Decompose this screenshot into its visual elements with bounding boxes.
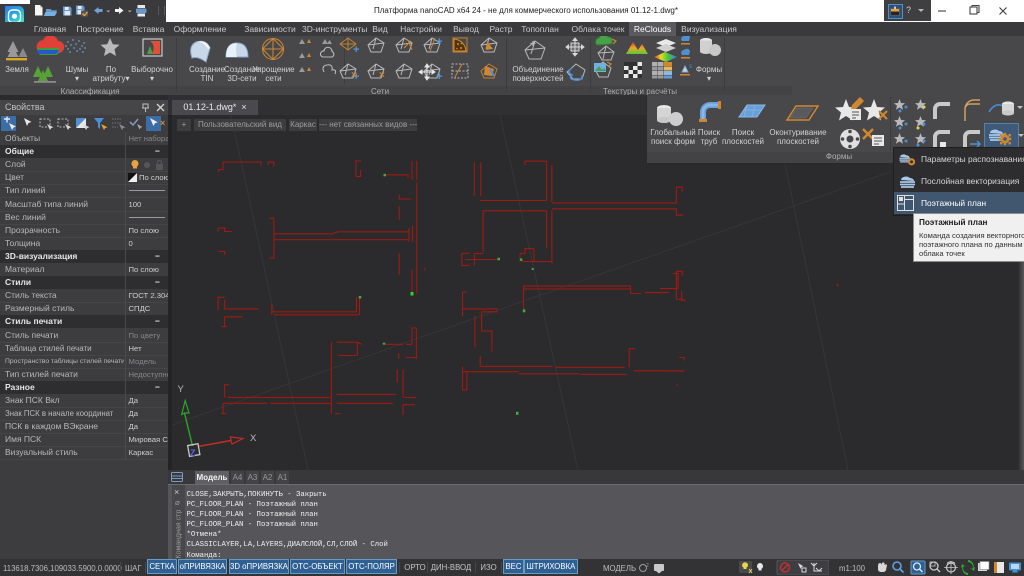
svg-text:×: × [379, 70, 385, 81]
svg-text:2: 2 [646, 563, 649, 569]
svg-text:+: + [436, 36, 442, 48]
svg-text:Y: Y [178, 384, 185, 395]
svg-text:X: X [250, 433, 257, 444]
svg-text:×: × [351, 70, 357, 81]
svg-text:+: + [353, 44, 359, 56]
svg-text:Z: Z [190, 448, 196, 458]
svg-text:+: + [436, 71, 442, 83]
svg-text:+: + [530, 39, 536, 50]
svg-text:s: s [689, 64, 692, 70]
